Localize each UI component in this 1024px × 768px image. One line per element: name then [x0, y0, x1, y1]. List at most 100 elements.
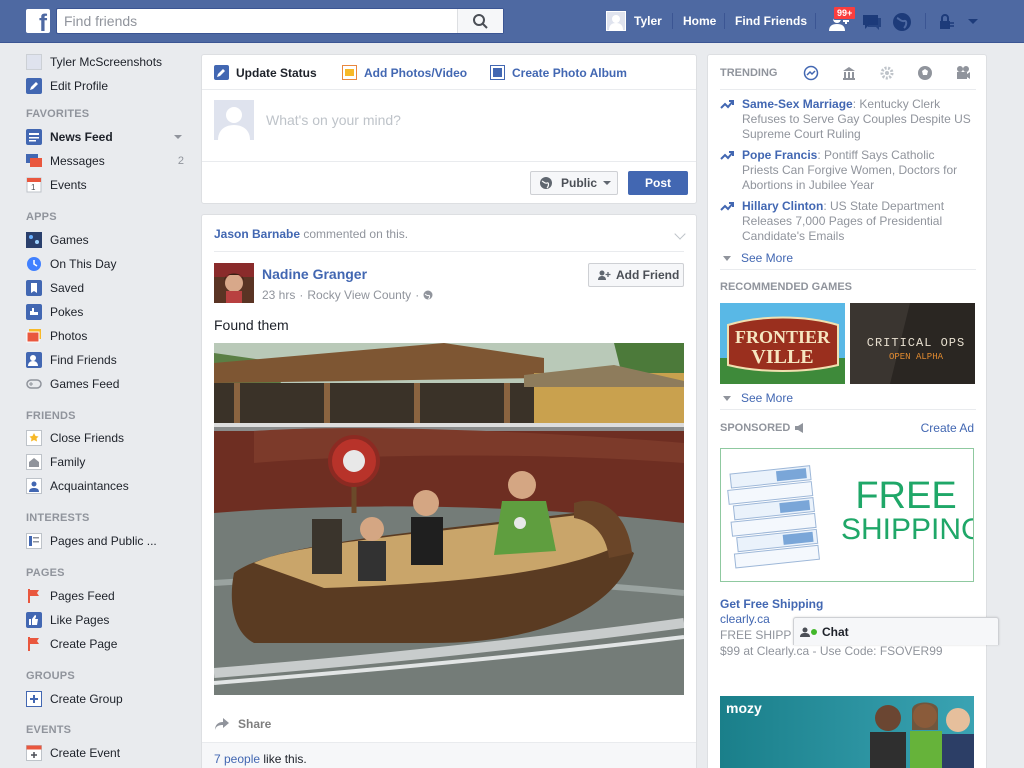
- divider: [720, 89, 976, 90]
- nav-pokes[interactable]: Pokes: [26, 302, 188, 322]
- status-input[interactable]: [266, 112, 686, 128]
- gear-icon: [880, 66, 894, 80]
- divider: [214, 251, 684, 252]
- camera-icon: [342, 65, 357, 80]
- chat-bar[interactable]: Chat: [793, 617, 999, 645]
- trending-tab-sports[interactable]: [917, 65, 955, 83]
- nav-pages-feed[interactable]: Pages Feed: [26, 586, 188, 606]
- avatar[interactable]: [214, 263, 254, 303]
- nav-section-interests: INTERESTS: [26, 512, 90, 524]
- globe-icon[interactable]: [423, 290, 433, 300]
- nav-section-groups: GROUPS: [26, 670, 75, 682]
- ad-headline: FREE SHIPPING: [841, 477, 973, 547]
- post-options-chevron-icon[interactable]: [674, 228, 686, 240]
- nav-photos-label: Photos: [50, 329, 88, 343]
- nav-family[interactable]: Family: [26, 452, 188, 472]
- nav-find-friends[interactable]: Find Friends: [26, 350, 188, 370]
- nav-pages-public[interactable]: Pages and Public ...: [26, 531, 188, 551]
- story-actor-link[interactable]: Jason Barnabe: [214, 227, 300, 241]
- trending-tabs: [803, 65, 993, 83]
- trending-tab-top[interactable]: [803, 65, 841, 83]
- plus-icon: [26, 691, 42, 707]
- tab-add-photos[interactable]: Add Photos/Video: [342, 65, 467, 80]
- add-friend-label: Add Friend: [616, 268, 680, 282]
- add-friend-button[interactable]: Add Friend: [588, 263, 684, 287]
- scrollbar[interactable]: [1010, 44, 1024, 768]
- nav-on-this-day[interactable]: On This Day: [26, 254, 188, 274]
- nav-events[interactable]: 1 Events: [26, 175, 188, 195]
- post-time[interactable]: 23 hrs: [262, 288, 295, 302]
- story-action: commented on this.: [300, 227, 409, 241]
- sponsored-heading: SPONSORED: [720, 422, 806, 434]
- nav-saved[interactable]: Saved: [26, 278, 188, 298]
- ad-image-mozy[interactable]: mozy: [720, 696, 974, 768]
- messages-button[interactable]: [860, 12, 884, 35]
- online-status-dot: [811, 628, 817, 635]
- nav-profile-label: Tyler McScreenshots: [50, 55, 163, 69]
- divider: [720, 269, 976, 270]
- pencil-icon: [26, 78, 42, 94]
- nav-section-events: EVENTS: [26, 724, 72, 736]
- find-friends-link[interactable]: Find Friends: [735, 14, 807, 28]
- create-ad-link[interactable]: Create Ad: [921, 421, 974, 435]
- search-input[interactable]: [57, 9, 459, 33]
- lock-icon: [940, 14, 954, 29]
- svg-text:OPEN ALPHA: OPEN ALPHA: [889, 352, 944, 362]
- top-profile-link[interactable]: Tyler: [606, 11, 662, 31]
- tab-create-album[interactable]: Create Photo Album: [490, 65, 627, 80]
- log-ride-photo: [214, 343, 684, 695]
- post-location[interactable]: Rocky View County: [307, 288, 411, 302]
- facebook-logo[interactable]: f: [26, 9, 50, 36]
- divider: [925, 13, 926, 29]
- ad-title-link[interactable]: Get Free Shipping: [720, 597, 823, 611]
- chevron-down-icon[interactable]: [174, 135, 182, 139]
- share-action[interactable]: Share: [214, 717, 271, 731]
- ad-image-clearly[interactable]: FREE SHIPPING: [720, 448, 974, 582]
- trend-topic: Hillary Clinton: [742, 199, 824, 213]
- nav-pokes-label: Pokes: [50, 305, 84, 319]
- nav-close-friends[interactable]: Close Friends: [26, 428, 188, 448]
- post-photo[interactable]: [214, 343, 684, 695]
- privacy-selector[interactable]: Public: [530, 171, 618, 195]
- game-tile-critical-ops[interactable]: CRITICAL OPS OPEN ALPHA: [850, 303, 975, 384]
- nav-news-feed-label: News Feed: [50, 130, 113, 144]
- nav-section-apps: APPS: [26, 211, 57, 223]
- game-tile-frontierville[interactable]: FRONTIER VILLE: [720, 303, 845, 384]
- account-menu-button[interactable]: [966, 16, 980, 30]
- trending-arrow-icon: [720, 100, 734, 109]
- pencil-icon: [214, 65, 229, 80]
- tab-update-status[interactable]: Update Status: [214, 65, 317, 80]
- chevron-down-icon: [968, 19, 978, 24]
- nav-edit-profile[interactable]: Edit Profile: [26, 76, 188, 96]
- trending-tab-entertainment[interactable]: [955, 65, 993, 83]
- home-link[interactable]: Home: [683, 14, 716, 28]
- search-button[interactable]: [457, 9, 503, 33]
- see-more-trending-link[interactable]: See More: [723, 251, 793, 265]
- nav-create-group[interactable]: Create Group: [26, 689, 188, 709]
- nav-acquaintances[interactable]: Acquaintances: [26, 476, 188, 496]
- nav-section-friends: FRIENDS: [26, 410, 76, 422]
- nav-create-event[interactable]: Create Event: [26, 743, 188, 763]
- post-button[interactable]: Post: [628, 171, 688, 195]
- trending-tab-politics[interactable]: [841, 65, 879, 83]
- likes-people-link[interactable]: 7 people: [214, 752, 260, 766]
- nav-games-feed[interactable]: Games Feed: [26, 374, 188, 394]
- nav-like-pages[interactable]: Like Pages: [26, 610, 188, 630]
- nav-profile[interactable]: Tyler McScreenshots: [26, 52, 188, 72]
- nav-create-page[interactable]: Create Page: [26, 634, 188, 654]
- post-author-link[interactable]: Nadine Granger: [262, 266, 367, 282]
- notifications-button[interactable]: [891, 12, 913, 35]
- house-icon: [26, 454, 42, 470]
- ad-url-link[interactable]: clearly.ca: [720, 612, 770, 626]
- people-photo: [870, 702, 974, 768]
- nav-events-label: Events: [50, 178, 87, 192]
- privacy-shortcuts-button[interactable]: [937, 12, 957, 35]
- nav-messages[interactable]: Messages 2: [26, 151, 188, 171]
- see-more-games-link[interactable]: See More: [723, 391, 793, 405]
- nav-news-feed[interactable]: News Feed: [26, 127, 188, 147]
- trend-text: Hillary Clinton: US State Department Rel…: [742, 199, 972, 244]
- nav-photos[interactable]: Photos: [26, 326, 188, 346]
- nav-games-feed-label: Games Feed: [50, 377, 120, 391]
- nav-games[interactable]: Games: [26, 230, 188, 250]
- trending-tab-science[interactable]: [879, 65, 917, 83]
